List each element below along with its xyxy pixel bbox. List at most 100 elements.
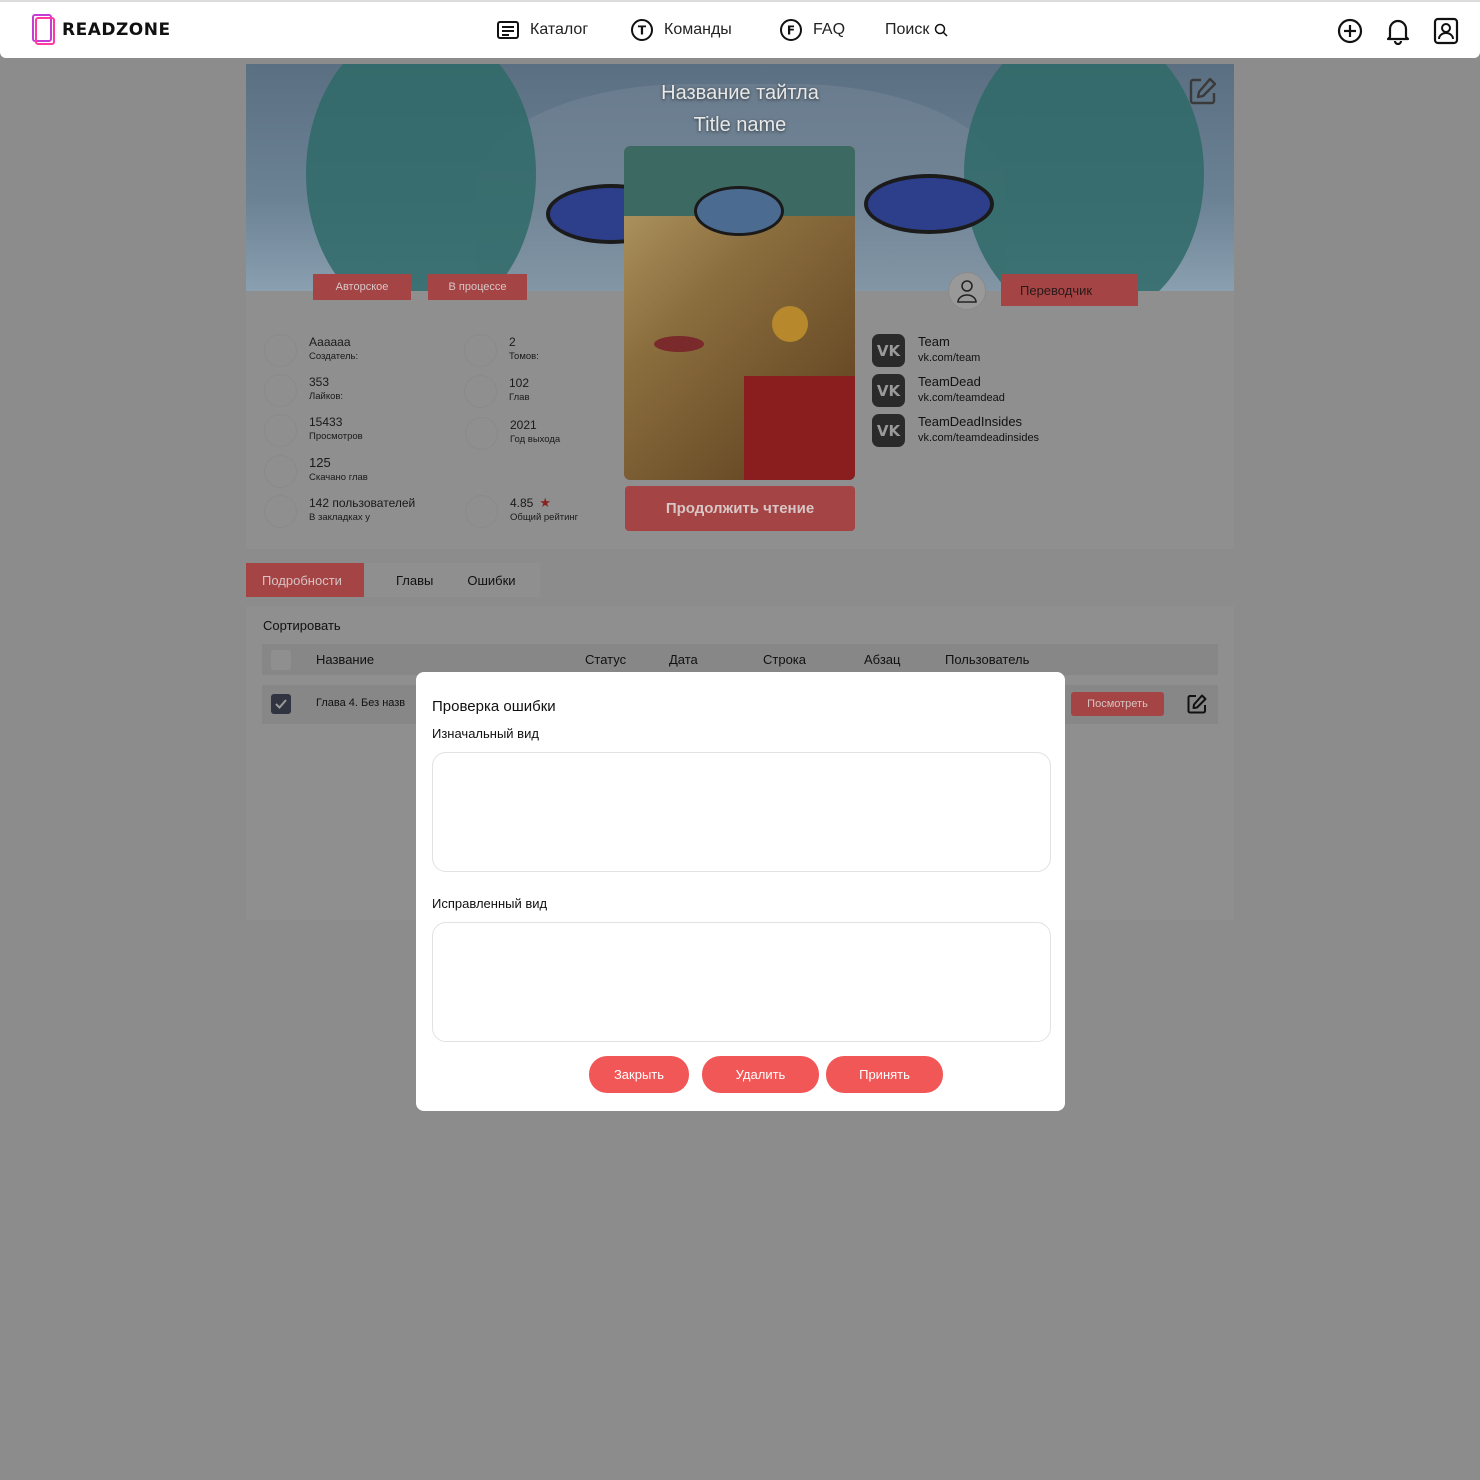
stat-value: 2021 <box>510 418 537 432</box>
errors-table-header: Название Статус Дата Строка Абзац Пользо… <box>262 644 1218 675</box>
title-tabs: Подробности Главы Ошибки <box>246 563 540 597</box>
tab-chapters[interactable]: Главы <box>396 563 433 597</box>
stat-bookmarks: 142 пользователей В закладках у <box>264 495 415 528</box>
modal-title: Проверка ошибки <box>432 698 556 715</box>
stat-label: Общий рейтинг <box>510 512 579 523</box>
nav-teams-label: Команды <box>664 21 732 38</box>
column-header[interactable]: Статус <box>585 652 626 667</box>
column-header[interactable]: Дата <box>669 652 698 667</box>
edit-icon[interactable] <box>1188 76 1218 106</box>
user-icon <box>957 280 977 303</box>
team-url: vk.com/team <box>918 352 981 364</box>
title-name-ru: Название тайтла <box>661 82 819 104</box>
check-icon <box>275 699 287 709</box>
nav-catalog-label: Каталог <box>530 21 589 38</box>
add-icon[interactable] <box>1336 16 1364 46</box>
continue-reading-button[interactable]: Продолжить чтение <box>625 486 855 531</box>
stat-value: 353 <box>309 375 330 389</box>
team-name: Team <box>918 334 950 349</box>
profile-icon[interactable] <box>1432 16 1460 46</box>
stat-icon <box>264 495 297 528</box>
nav-teams[interactable]: T Команды <box>630 18 732 42</box>
logo-text: READZONE <box>62 20 171 40</box>
logo[interactable]: READZONE <box>32 14 171 46</box>
bell-icon[interactable] <box>1384 16 1412 46</box>
team-link[interactable]: VK TeamDead vk.com/teamdead <box>872 374 1005 407</box>
view-button[interactable]: Посмотреть <box>1071 692 1164 716</box>
fixed-label: Исправленный вид <box>432 896 548 911</box>
logo-icon <box>32 14 58 46</box>
list-icon <box>496 18 520 42</box>
row-title: Глава 4. Без назв <box>316 697 406 709</box>
tag-status[interactable]: В процессе <box>428 274 527 300</box>
select-all-checkbox[interactable] <box>271 650 291 670</box>
stat-label: Глав <box>509 392 530 403</box>
stat-likes: 353 Лайков: <box>264 374 343 407</box>
stat-icon <box>264 455 297 488</box>
stat-icon <box>464 334 497 367</box>
column-header[interactable]: Пользователь <box>945 652 1029 667</box>
stat-rating: 4.85 ★ Общий рейтинг <box>465 495 578 528</box>
translator-avatar[interactable] <box>948 272 986 310</box>
teams-icon: T <box>630 18 654 42</box>
stat-chapters: 102 Глав <box>464 375 529 408</box>
stat-value: 142 пользователей <box>309 496 416 510</box>
stat-downloads: 125 Скачано глав <box>264 455 368 488</box>
search-icon <box>933 18 949 42</box>
stat-value: 2 <box>509 335 516 349</box>
stat-creator: Аааааа Создатель: <box>264 334 358 367</box>
original-textarea[interactable] <box>432 752 1051 872</box>
nav-search-label: Поиск <box>885 21 930 38</box>
title-cover-image <box>624 146 855 480</box>
nav-faq[interactable]: F FAQ <box>779 18 845 42</box>
original-label: Изначальный вид <box>432 726 539 741</box>
tab-errors[interactable]: Ошибки <box>467 563 515 597</box>
row-checkbox[interactable] <box>271 694 291 714</box>
stat-value: 102 <box>509 376 530 390</box>
edit-icon[interactable] <box>1186 693 1208 715</box>
tab-details[interactable]: Подробности <box>246 563 364 597</box>
stat-icon <box>465 417 498 450</box>
column-header[interactable]: Строка <box>763 652 806 667</box>
stat-icon <box>464 375 497 408</box>
column-header[interactable]: Абзац <box>864 652 900 667</box>
error-check-modal: Проверка ошибки Изначальный вид Исправле… <box>416 672 1065 1111</box>
team-link[interactable]: VK Team vk.com/team <box>872 334 980 367</box>
delete-button[interactable]: Удалить <box>702 1056 819 1093</box>
stat-value: 4.85 <box>510 496 534 510</box>
vk-icon: VK <box>872 374 905 407</box>
stat-label: Создатель: <box>309 351 359 362</box>
stat-label: Томов: <box>509 351 539 362</box>
stat-icon <box>264 374 297 407</box>
title-card: Название тайтла Title name Авторское В п… <box>246 64 1234 549</box>
stat-value: Аааааа <box>309 335 351 349</box>
svg-text:F: F <box>787 24 795 38</box>
team-url: vk.com/teamdeadinsides <box>918 432 1040 444</box>
stat-label: Год выхода <box>510 434 561 445</box>
team-link[interactable]: VK TeamDeadInsides vk.com/teamdeadinsides <box>872 414 1039 447</box>
translator-button[interactable]: Переводчик <box>1001 274 1138 306</box>
stat-volumes: 2 Томов: <box>464 334 539 367</box>
stat-icon <box>465 495 498 528</box>
nav-catalog[interactable]: Каталог <box>496 18 588 42</box>
tag-original[interactable]: Авторское <box>313 274 411 300</box>
vk-icon: VK <box>872 334 905 367</box>
column-header[interactable]: Название <box>316 652 374 667</box>
sort-button[interactable]: Сортировать <box>263 618 341 633</box>
stat-icon <box>264 334 297 367</box>
close-button[interactable]: Закрыть <box>589 1056 689 1093</box>
accept-button[interactable]: Принять <box>826 1056 943 1093</box>
faq-icon: F <box>779 18 803 42</box>
top-header: READZONE Каталог T Команды F FAQ Поиск <box>0 0 1480 58</box>
fixed-textarea[interactable] <box>432 922 1051 1042</box>
stat-views: 15433 Просмотров <box>264 414 363 447</box>
title-name-en: Title name <box>693 114 787 136</box>
nav-faq-label: FAQ <box>813 21 846 38</box>
stat-label: Просмотров <box>309 431 363 442</box>
stat-label: Скачано глав <box>309 472 368 483</box>
vk-icon: VK <box>872 414 905 447</box>
stat-year: 2021 Год выхода <box>465 417 560 450</box>
stat-value: 15433 <box>309 415 343 429</box>
nav-search[interactable]: Поиск <box>885 18 949 42</box>
stat-value: 125 <box>309 455 331 470</box>
